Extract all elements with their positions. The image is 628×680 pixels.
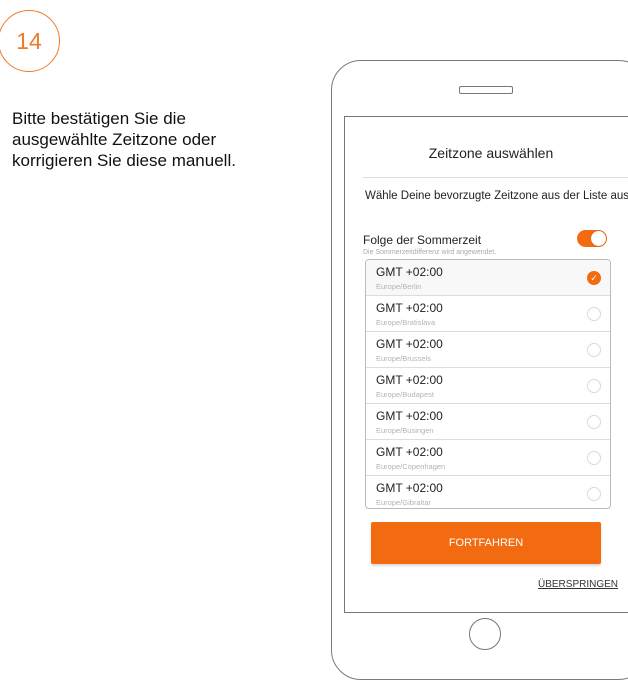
toggle-knob	[591, 231, 606, 246]
timezone-city: Europe/Bratislava	[376, 318, 436, 327]
timezone-city: Europe/Budapest	[376, 390, 434, 399]
timezone-city: Europe/Busingen	[376, 426, 434, 435]
radio-button[interactable]	[587, 343, 601, 357]
timezone-offset: GMT +02:00	[376, 301, 443, 315]
timezone-city: Europe/Copenhagen	[376, 462, 446, 471]
phone-screen: Zeitzone auswählen Wähle Deine bevorzugt…	[344, 116, 628, 613]
dst-label: Folge der Sommerzeit	[363, 233, 482, 247]
timezone-city: Europe/Gibraltar	[376, 498, 432, 507]
phone-frame: Zeitzone auswählen Wähle Deine bevorzugt…	[331, 60, 628, 680]
instruction-text: Bitte bestätigen Sie die ausgewählte Zei…	[12, 109, 236, 170]
dst-sublabel: Die Sommerzeitdifferenz wird angewendet.	[363, 249, 497, 256]
timezone-offset: GMT +02:00	[376, 265, 443, 279]
radio-button[interactable]	[587, 307, 601, 321]
timezone-list-item[interactable]: GMT +02:00 Europe/Budapest	[366, 368, 610, 404]
screen-title: Zeitzone auswählen	[428, 145, 554, 161]
home-button[interactable]	[469, 618, 501, 650]
timezone-list-item[interactable]: GMT +02:00 Europe/Copenhagen	[366, 440, 610, 476]
timezone-list-item[interactable]: GMT +02:00 Europe/Bratislava	[366, 296, 610, 332]
timezone-offset: GMT +02:00	[376, 481, 443, 495]
timezone-city: Europe/Brussels	[376, 354, 432, 363]
radio-button[interactable]	[587, 379, 601, 393]
radio-button[interactable]	[587, 415, 601, 429]
radio-button[interactable]	[587, 451, 601, 465]
timezone-list-item[interactable]: GMT +02:00 Europe/Berlin ✓	[366, 260, 610, 296]
timezone-list-item[interactable]: GMT +02:00 Europe/Busingen	[366, 404, 610, 440]
dst-toggle[interactable]	[577, 230, 607, 247]
skip-link[interactable]: ÜBERSPRINGEN	[538, 579, 618, 590]
timezone-city: Europe/Berlin	[376, 282, 422, 291]
radio-button[interactable]	[587, 487, 601, 501]
timezone-list-item[interactable]: GMT +02:00 Europe/Brussels	[366, 332, 610, 368]
phone-speaker	[459, 86, 513, 94]
timezone-offset: GMT +02:00	[376, 373, 443, 387]
timezone-list[interactable]: GMT +02:00 Europe/Berlin ✓ GMT +02:00 Europe…	[365, 259, 611, 509]
timezone-list-item[interactable]: GMT +02:00 Europe/Gibraltar	[366, 476, 610, 508]
check-icon[interactable]: ✓	[587, 271, 601, 285]
timezone-offset: GMT +02:00	[376, 337, 443, 351]
timezone-offset: GMT +02:00	[376, 409, 443, 423]
title-divider	[363, 177, 628, 178]
timezone-prompt: Wähle Deine bevorzugte Zeitzone aus der …	[364, 190, 628, 202]
continue-button[interactable]: FORTFAHREN	[371, 522, 601, 564]
step-number-badge: 14	[0, 10, 60, 72]
timezone-offset: GMT +02:00	[376, 445, 443, 459]
